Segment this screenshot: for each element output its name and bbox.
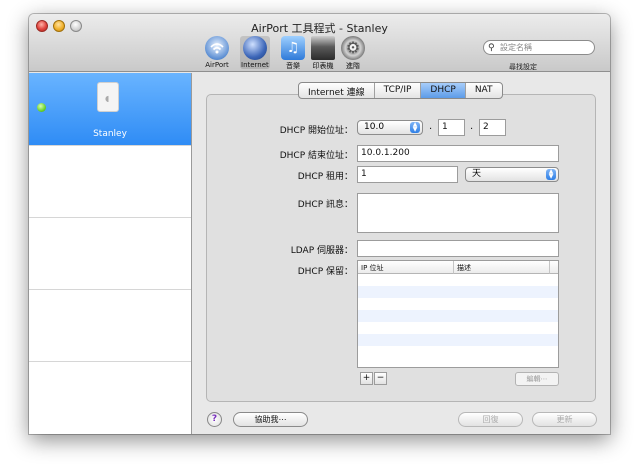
airport-icon <box>205 36 229 60</box>
tab-nat[interactable]: NAT <box>466 83 502 98</box>
tab-internet[interactable]: Internet 連線 <box>299 83 375 98</box>
table-row <box>358 334 558 346</box>
dhcp-message-label: DHCP 訊息： <box>297 200 353 210</box>
toolbar-airport[interactable]: AirPort <box>205 36 229 69</box>
dhcp-lease-label: DHCP 租用： <box>297 172 353 182</box>
popup-arrows-icon: ▲ ▼ <box>546 169 556 180</box>
tab-dhcp[interactable]: DHCP <box>421 83 466 98</box>
dhcp-lease-unit-popup[interactable]: 天 ▲ ▼ <box>465 167 559 182</box>
dhcp-end-field[interactable]: 10.0.1.200 <box>357 145 559 162</box>
popup-arrows-icon: ▲ ▼ <box>410 122 420 133</box>
search-placeholder: 設定名稱 <box>500 43 532 52</box>
ldap-server-label: LDAP 伺服器： <box>290 246 353 256</box>
revert-button[interactable]: 回復 <box>458 412 523 427</box>
dhcp-start-prefix-popup[interactable]: 10.0 ▲ ▼ <box>357 120 423 135</box>
column-header-spacer <box>550 261 558 274</box>
toolbar-advanced-label: 進階 <box>346 62 360 70</box>
help-button[interactable]: ? <box>207 412 222 427</box>
advanced-gear-icon: ⚙ <box>341 36 365 60</box>
ip-dot-separator: . <box>470 121 474 132</box>
dhcp-end-label: DHCP 結束位址： <box>279 151 353 161</box>
toolbar-music[interactable]: ♫ 音樂 <box>281 36 305 71</box>
dhcp-reservations-label: DHCP 保留： <box>297 267 353 277</box>
airport-utility-window: AirPort 工具程式 - Stanley AirPort Internet … <box>29 14 610 434</box>
ip-dot-separator: . <box>429 121 433 132</box>
toolbar-printer-label: 印表機 <box>312 62 334 70</box>
dhcp-lease-field[interactable]: 1 <box>357 166 458 183</box>
title-bar: AirPort 工具程式 - Stanley AirPort Internet … <box>29 14 610 72</box>
toolbar-music-label: 音樂 <box>286 62 300 70</box>
internet-icon <box>242 36 267 60</box>
dhcp-start-label: DHCP 開始位址： <box>279 126 353 136</box>
sidebar-device-stanley[interactable]: ◖ Stanley <box>29 73 191 145</box>
column-header-description[interactable]: 描述 <box>454 261 550 274</box>
sidebar-divider <box>29 361 191 362</box>
edit-reservation-button[interactable]: 編輯⋯ <box>515 372 559 386</box>
column-header-ip[interactable]: IP 位址 <box>358 261 454 274</box>
table-row <box>358 286 558 298</box>
toolbar-internet-label: Internet <box>241 61 269 69</box>
update-button[interactable]: 更新 <box>532 412 597 427</box>
assist-me-button[interactable]: 協助我⋯ <box>233 412 308 427</box>
dhcp-start-prefix-value: 10.0 <box>364 122 385 132</box>
dhcp-lease-unit-value: 天 <box>472 169 482 179</box>
toolbar-internet[interactable]: Internet <box>240 36 270 69</box>
search-caption: 尋找設定 <box>509 63 537 71</box>
music-icon: ♫ <box>281 36 305 60</box>
sidebar-divider <box>29 289 191 290</box>
toolbar-printer[interactable]: 印表機 <box>311 36 335 71</box>
tab-bar: Internet 連線 TCP/IP DHCP NAT <box>298 82 503 99</box>
table-row <box>358 310 558 322</box>
device-name: Stanley <box>93 129 127 139</box>
window-title: AirPort 工具程式 - Stanley <box>251 22 388 35</box>
tab-tcpip[interactable]: TCP/IP <box>375 83 422 98</box>
dhcp-message-field[interactable] <box>357 193 559 233</box>
sidebar-divider <box>29 217 191 218</box>
search-field[interactable]: ⚲ 設定名稱 <box>483 40 595 55</box>
sidebar-divider <box>29 145 191 146</box>
dhcp-start-octet4-field[interactable]: 2 <box>479 119 506 136</box>
device-status-icon <box>37 103 46 112</box>
airport-base-station-icon: ◖ <box>97 82 119 112</box>
dhcp-start-octet3-field[interactable]: 1 <box>438 119 465 136</box>
search-icon: ⚲ <box>488 43 495 53</box>
toolbar-airport-label: AirPort <box>205 61 229 69</box>
add-reservation-button[interactable]: + <box>360 372 373 385</box>
dhcp-reservations-table[interactable]: IP 位址 描述 <box>357 260 559 368</box>
device-sidebar: ◖ Stanley <box>29 73 192 434</box>
remove-reservation-button[interactable]: − <box>374 372 387 385</box>
toolbar-advanced[interactable]: ⚙ 進階 <box>341 36 365 71</box>
printer-icon <box>311 36 335 60</box>
ldap-server-field[interactable] <box>357 240 559 257</box>
